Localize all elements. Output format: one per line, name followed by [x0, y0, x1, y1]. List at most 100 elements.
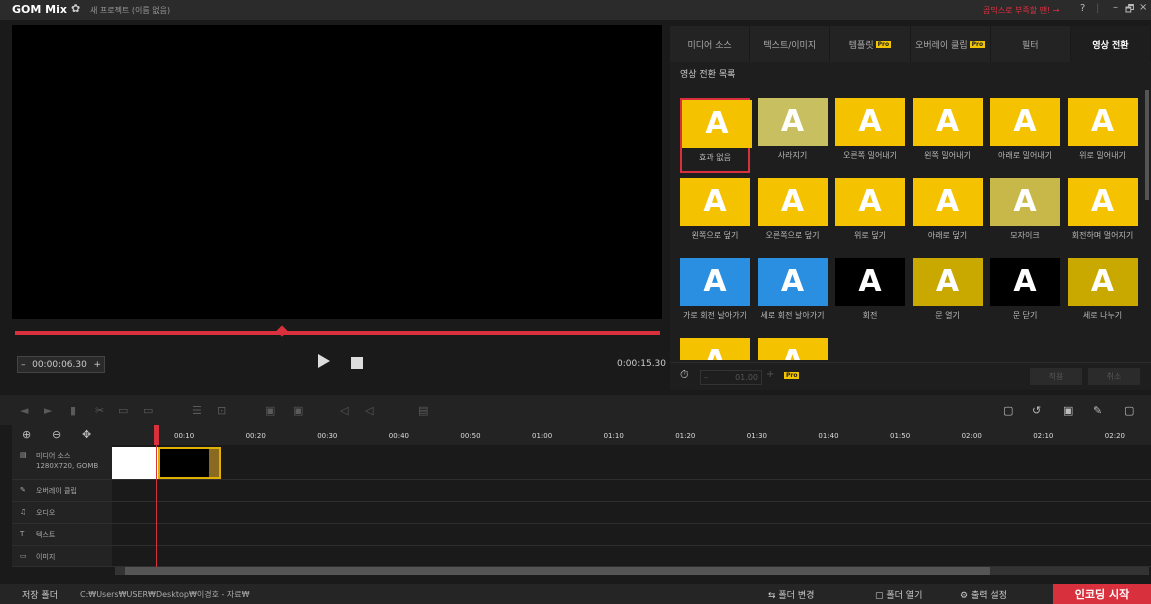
transition-item[interactable]: A 아래로 덮기	[912, 178, 983, 253]
subtitle-icon[interactable]: ▤	[418, 404, 428, 417]
playback-progress-bar[interactable]	[15, 331, 660, 335]
transition-item[interactable]: A 문 닫기	[990, 258, 1060, 333]
transition-item[interactable]: A 문 열기	[912, 258, 983, 333]
timeline-track[interactable]: T 텍스트	[12, 524, 1151, 546]
tab-template[interactable]: 템플릿 Pro	[830, 26, 911, 62]
delete-icon[interactable]: ▮	[70, 404, 76, 417]
timecode-value[interactable]: 00:00:06.30	[32, 360, 87, 370]
playhead-handle[interactable]	[154, 425, 159, 445]
transition-item[interactable]: A 세로 나누기	[1067, 258, 1138, 333]
timecode-minus-button[interactable]: –	[21, 360, 26, 370]
transition-thumbnail: A	[1067, 258, 1138, 306]
ruler-tick-label: 00:30	[317, 432, 338, 440]
timeline-scroll-thumb[interactable]	[125, 567, 990, 575]
copy-icon[interactable]: ▭	[118, 404, 128, 417]
transition-item[interactable]: A 아래로 밀어내기	[990, 98, 1060, 173]
zoom-out-icon[interactable]: ⊖	[52, 428, 61, 441]
transition-item[interactable]: A 세로 회전 날아가기	[757, 258, 828, 333]
transition-duration-stepper[interactable]: – 01.00	[700, 370, 762, 385]
transition-thumbnail: A	[912, 98, 983, 146]
gear-icon[interactable]: ✿	[71, 2, 80, 15]
tab-transition[interactable]: 영상 전환	[1070, 26, 1151, 62]
thumbnail-glyph: A	[858, 104, 882, 139]
save-icon[interactable]: ▣	[1063, 404, 1073, 417]
clip-trim-handle[interactable]	[209, 449, 219, 477]
timeline-track[interactable]: ♫ 오디오	[12, 502, 1151, 524]
transition-item[interactable]: A 가로 회전 날아가기	[680, 258, 750, 333]
open-project-icon[interactable]: ↺	[1032, 404, 1041, 417]
restore-button[interactable]: 🗗	[1125, 2, 1134, 19]
transition-item[interactable]: A	[680, 338, 750, 360]
duration-plus-button[interactable]: +	[766, 369, 774, 380]
film-icon: ▤	[20, 451, 27, 459]
tab-text-image[interactable]: 텍스트/이미지	[750, 26, 831, 62]
panel-tabs: 미디어 소스 텍스트/이미지 템플릿 Pro 오버레이 클립 Pro 필터 영상 전…	[670, 26, 1151, 62]
output-settings-button[interactable]: ⚙ 출력 설정	[960, 588, 1007, 601]
undo-icon[interactable]: ◄	[20, 404, 28, 417]
timeline-track[interactable]: ▭ 이미지	[12, 546, 1151, 567]
frame-icon[interactable]: ▣	[293, 404, 303, 417]
redo-icon[interactable]: ►	[44, 404, 52, 417]
cut-icon[interactable]: ✂	[95, 404, 104, 417]
mute-icon[interactable]: ◁	[365, 404, 373, 417]
transition-label: 위로 밀어내기	[1079, 151, 1126, 160]
panel-scrollbar[interactable]	[1145, 90, 1149, 200]
transition-item[interactable]: A 회전하며 멀어지기	[1067, 178, 1138, 253]
transition-item[interactable]: A 사라지기	[757, 98, 828, 173]
timecode-plus-button[interactable]: +	[93, 360, 101, 370]
tab-filter[interactable]: 필터	[990, 26, 1071, 62]
play-icon[interactable]	[318, 354, 330, 368]
title-bar	[0, 0, 1151, 20]
stop-icon[interactable]	[351, 357, 363, 369]
tab-overlay-clip[interactable]: 오버레이 클립 Pro	[910, 26, 991, 62]
encode-start-button[interactable]: 인코딩 시작	[1053, 584, 1151, 604]
video-preview[interactable]	[12, 25, 662, 319]
new-project-icon[interactable]: ▢	[1003, 404, 1013, 417]
change-folder-button[interactable]: ⇆ 폴더 변경	[768, 588, 814, 601]
zoom-in-icon[interactable]: ⊕	[22, 428, 31, 441]
apply-button[interactable]: 적용	[1030, 368, 1082, 385]
ruler-tick-label: 00:10	[174, 432, 195, 440]
help-button[interactable]: ?	[1080, 3, 1085, 14]
minimize-button[interactable]: –	[1113, 2, 1118, 13]
ruler-tick-label: 00:20	[245, 432, 266, 440]
duration-minus-button[interactable]: –	[704, 373, 708, 382]
transition-label: 사라지기	[777, 151, 808, 160]
timeline-track[interactable]: ✎ 오버레이 클립	[12, 480, 1151, 502]
timecode-stepper[interactable]: – 00:00:06.30 +	[17, 356, 105, 373]
crop-icon[interactable]: ⊡	[217, 404, 226, 417]
transition-item[interactable]: A 위로 덮기	[835, 178, 905, 253]
media-clip[interactable]	[112, 447, 158, 479]
open-folder-button[interactable]: ▢ 폴더 열기	[875, 588, 922, 601]
transition-item[interactable]: A 오른쪽 밀어내기	[835, 98, 905, 173]
duration-value[interactable]: 01.00	[735, 373, 758, 382]
panel-title: 영상 전환 목록	[680, 70, 736, 80]
tab-label: 영상 전환	[1092, 40, 1129, 51]
fit-icon[interactable]: ✥	[82, 428, 91, 441]
ruler-tick-label: 01:20	[675, 432, 696, 440]
transition-item[interactable]: A	[757, 338, 828, 360]
transition-item[interactable]: A 위로 밀어내기	[1067, 98, 1138, 173]
image-icon[interactable]: ▣	[265, 404, 275, 417]
edit-icon[interactable]: ✎	[1093, 404, 1102, 417]
promo-link[interactable]: 곰믹스로 부족할 땐! →	[983, 5, 1059, 16]
transition-label: 효과 없음	[699, 153, 731, 162]
volume-icon[interactable]: ◁	[340, 404, 348, 417]
timeline-ruler[interactable]	[112, 425, 1151, 445]
cancel-button[interactable]: 취소	[1088, 368, 1140, 385]
transition-item[interactable]: A 효과 없음	[680, 98, 752, 173]
transition-item[interactable]: A 모자이크	[990, 178, 1060, 253]
transition-label: 아래로 밀어내기	[997, 151, 1053, 160]
export-icon[interactable]: ▢	[1124, 404, 1134, 417]
close-button[interactable]: ×	[1139, 2, 1147, 13]
transition-item[interactable]: A 회전	[835, 258, 905, 333]
tab-media-source[interactable]: 미디어 소스	[670, 26, 751, 62]
track-name: 오버레이 클립	[36, 487, 77, 495]
split-icon[interactable]: ☰	[192, 404, 202, 417]
transition-item[interactable]: A 왼쪽으로 덮기	[680, 178, 750, 253]
app-logo: GOM Mix	[12, 3, 67, 16]
transition-item[interactable]: A 오른쪽으로 덮기	[757, 178, 828, 253]
transition-item[interactable]: A 왼쪽 밀어내기	[912, 98, 983, 173]
paste-icon[interactable]: ▭	[143, 404, 153, 417]
thumbnail-glyph: A	[935, 184, 960, 219]
